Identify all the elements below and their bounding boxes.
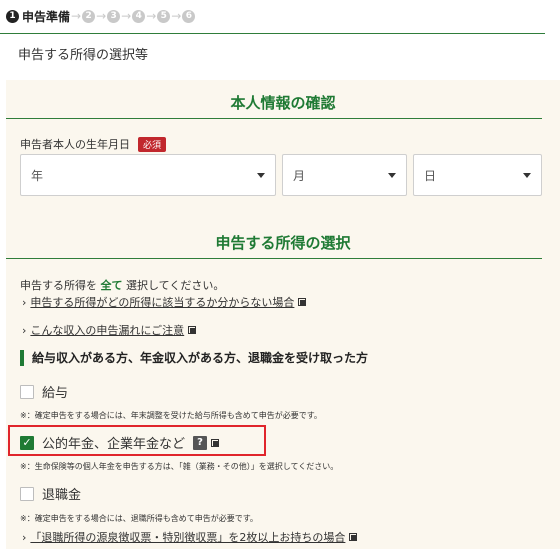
salary-note: ※：確定申告をする場合には、年末調整を受けた給与所得も含めて申告が必要です。 bbox=[20, 411, 322, 420]
step-4-number: 4 bbox=[132, 9, 146, 23]
subheading-bar bbox=[20, 349, 24, 366]
step-2-number: 2 bbox=[82, 9, 96, 23]
income-instruction: 申告する所得を 全て 選択してください。 bbox=[20, 277, 224, 293]
step-arrow-icon: → bbox=[146, 9, 157, 23]
salary-label[interactable]: 給与 bbox=[42, 382, 68, 401]
dob-label-text: 申告者本人の生年月日 bbox=[20, 138, 130, 151]
instruction-prefix: 申告する所得を bbox=[20, 279, 97, 292]
step-arrow-icon: → bbox=[71, 9, 82, 23]
month-select[interactable]: 月 bbox=[282, 154, 407, 196]
day-select[interactable]: 日 bbox=[413, 154, 542, 196]
multiple-withholding-slips-link[interactable]: › 「退職所得の源泉徴収票・特別徴収票」を2枚以上お持ちの場合 bbox=[22, 529, 358, 545]
step-6-number: 6 bbox=[182, 9, 196, 23]
dob-label: 申告者本人の生年月日 必須 bbox=[20, 136, 167, 152]
omission-warning-link-text[interactable]: こんな収入の申告漏れにご注意 bbox=[30, 322, 184, 338]
income-selection-heading: 申告する所得の選択 bbox=[6, 232, 560, 259]
external-window-icon bbox=[298, 298, 307, 306]
step-3-number: 3 bbox=[107, 9, 121, 23]
retirement-label[interactable]: 退職金 bbox=[42, 484, 81, 503]
page-subtitle: 申告する所得の選択等 bbox=[18, 48, 149, 63]
chevron-down-icon bbox=[523, 172, 531, 178]
instruction-suffix: 選択してください。 bbox=[126, 279, 225, 292]
pension-note: ※：生命保険等の個人年金を申告する方は、「雑（業務・その他）」を選択してください… bbox=[20, 462, 339, 471]
header-divider bbox=[0, 33, 545, 34]
step-1-number: 1 bbox=[6, 9, 19, 23]
multiple-withholding-slips-link-text[interactable]: 「退職所得の源泉徴収票・特別徴収票」を2枚以上お持ちの場合 bbox=[30, 529, 345, 545]
month-select-value: 月 bbox=[293, 168, 306, 183]
year-select-value: 年 bbox=[31, 168, 44, 183]
heading-underline bbox=[6, 258, 542, 259]
income-selection-heading-text: 申告する所得の選択 bbox=[215, 234, 351, 252]
external-window-icon bbox=[349, 533, 358, 541]
highlight-box bbox=[8, 425, 266, 456]
year-select[interactable]: 年 bbox=[20, 154, 276, 196]
personal-info-heading: 本人情報の確認 bbox=[6, 92, 560, 119]
step-arrow-icon: → bbox=[121, 9, 132, 23]
chevron-down-icon bbox=[388, 172, 396, 178]
step-1-label: 申告準備 bbox=[22, 9, 71, 24]
chevron-down-icon bbox=[257, 172, 265, 178]
income-category-help-link-text[interactable]: 申告する所得がどの所得に該当するか分からない場合 bbox=[30, 294, 294, 310]
chevron-right-icon: › bbox=[22, 530, 27, 544]
chevron-right-icon: › bbox=[22, 295, 27, 309]
retirement-note: ※：確定申告をする場合には、退職所得も含めて申告が必要です。 bbox=[20, 514, 258, 523]
external-window-icon bbox=[188, 326, 197, 334]
form-panel: 本人情報の確認 申告者本人の生年月日 必須 年 月 日 申告する所得の選択 申告… bbox=[6, 80, 560, 549]
personal-info-heading-text: 本人情報の確認 bbox=[230, 94, 336, 112]
instruction-emphasis: 全て bbox=[100, 279, 123, 292]
subheading-text: 給与収入がある方、年金収入がある方、退職金を受け取った方 bbox=[32, 351, 369, 365]
income-category-help-link[interactable]: › 申告する所得がどの所得に該当するか分からない場合 bbox=[22, 294, 307, 310]
chevron-right-icon: › bbox=[22, 323, 27, 337]
day-select-value: 日 bbox=[424, 168, 437, 183]
step-arrow-icon: → bbox=[96, 9, 107, 23]
retirement-checkbox[interactable] bbox=[20, 486, 34, 501]
retirement-checkbox-row[interactable]: 退職金 bbox=[20, 484, 81, 503]
step-arrow-icon: → bbox=[171, 9, 182, 23]
salary-checkbox[interactable] bbox=[20, 384, 34, 399]
salary-pension-subheading: 給与収入がある方、年金収入がある方、退職金を受け取った方 bbox=[20, 349, 368, 366]
step-5-number: 5 bbox=[157, 9, 171, 23]
salary-checkbox-row[interactable]: 給与 bbox=[20, 382, 68, 401]
omission-warning-link[interactable]: › こんな収入の申告漏れにご注意 bbox=[22, 322, 197, 338]
required-badge: 必須 bbox=[138, 136, 167, 152]
heading-underline bbox=[6, 118, 542, 119]
step-indicator: 1 申告準備 → 2 → 3 → 4 → 5 → 6 bbox=[6, 7, 196, 25]
